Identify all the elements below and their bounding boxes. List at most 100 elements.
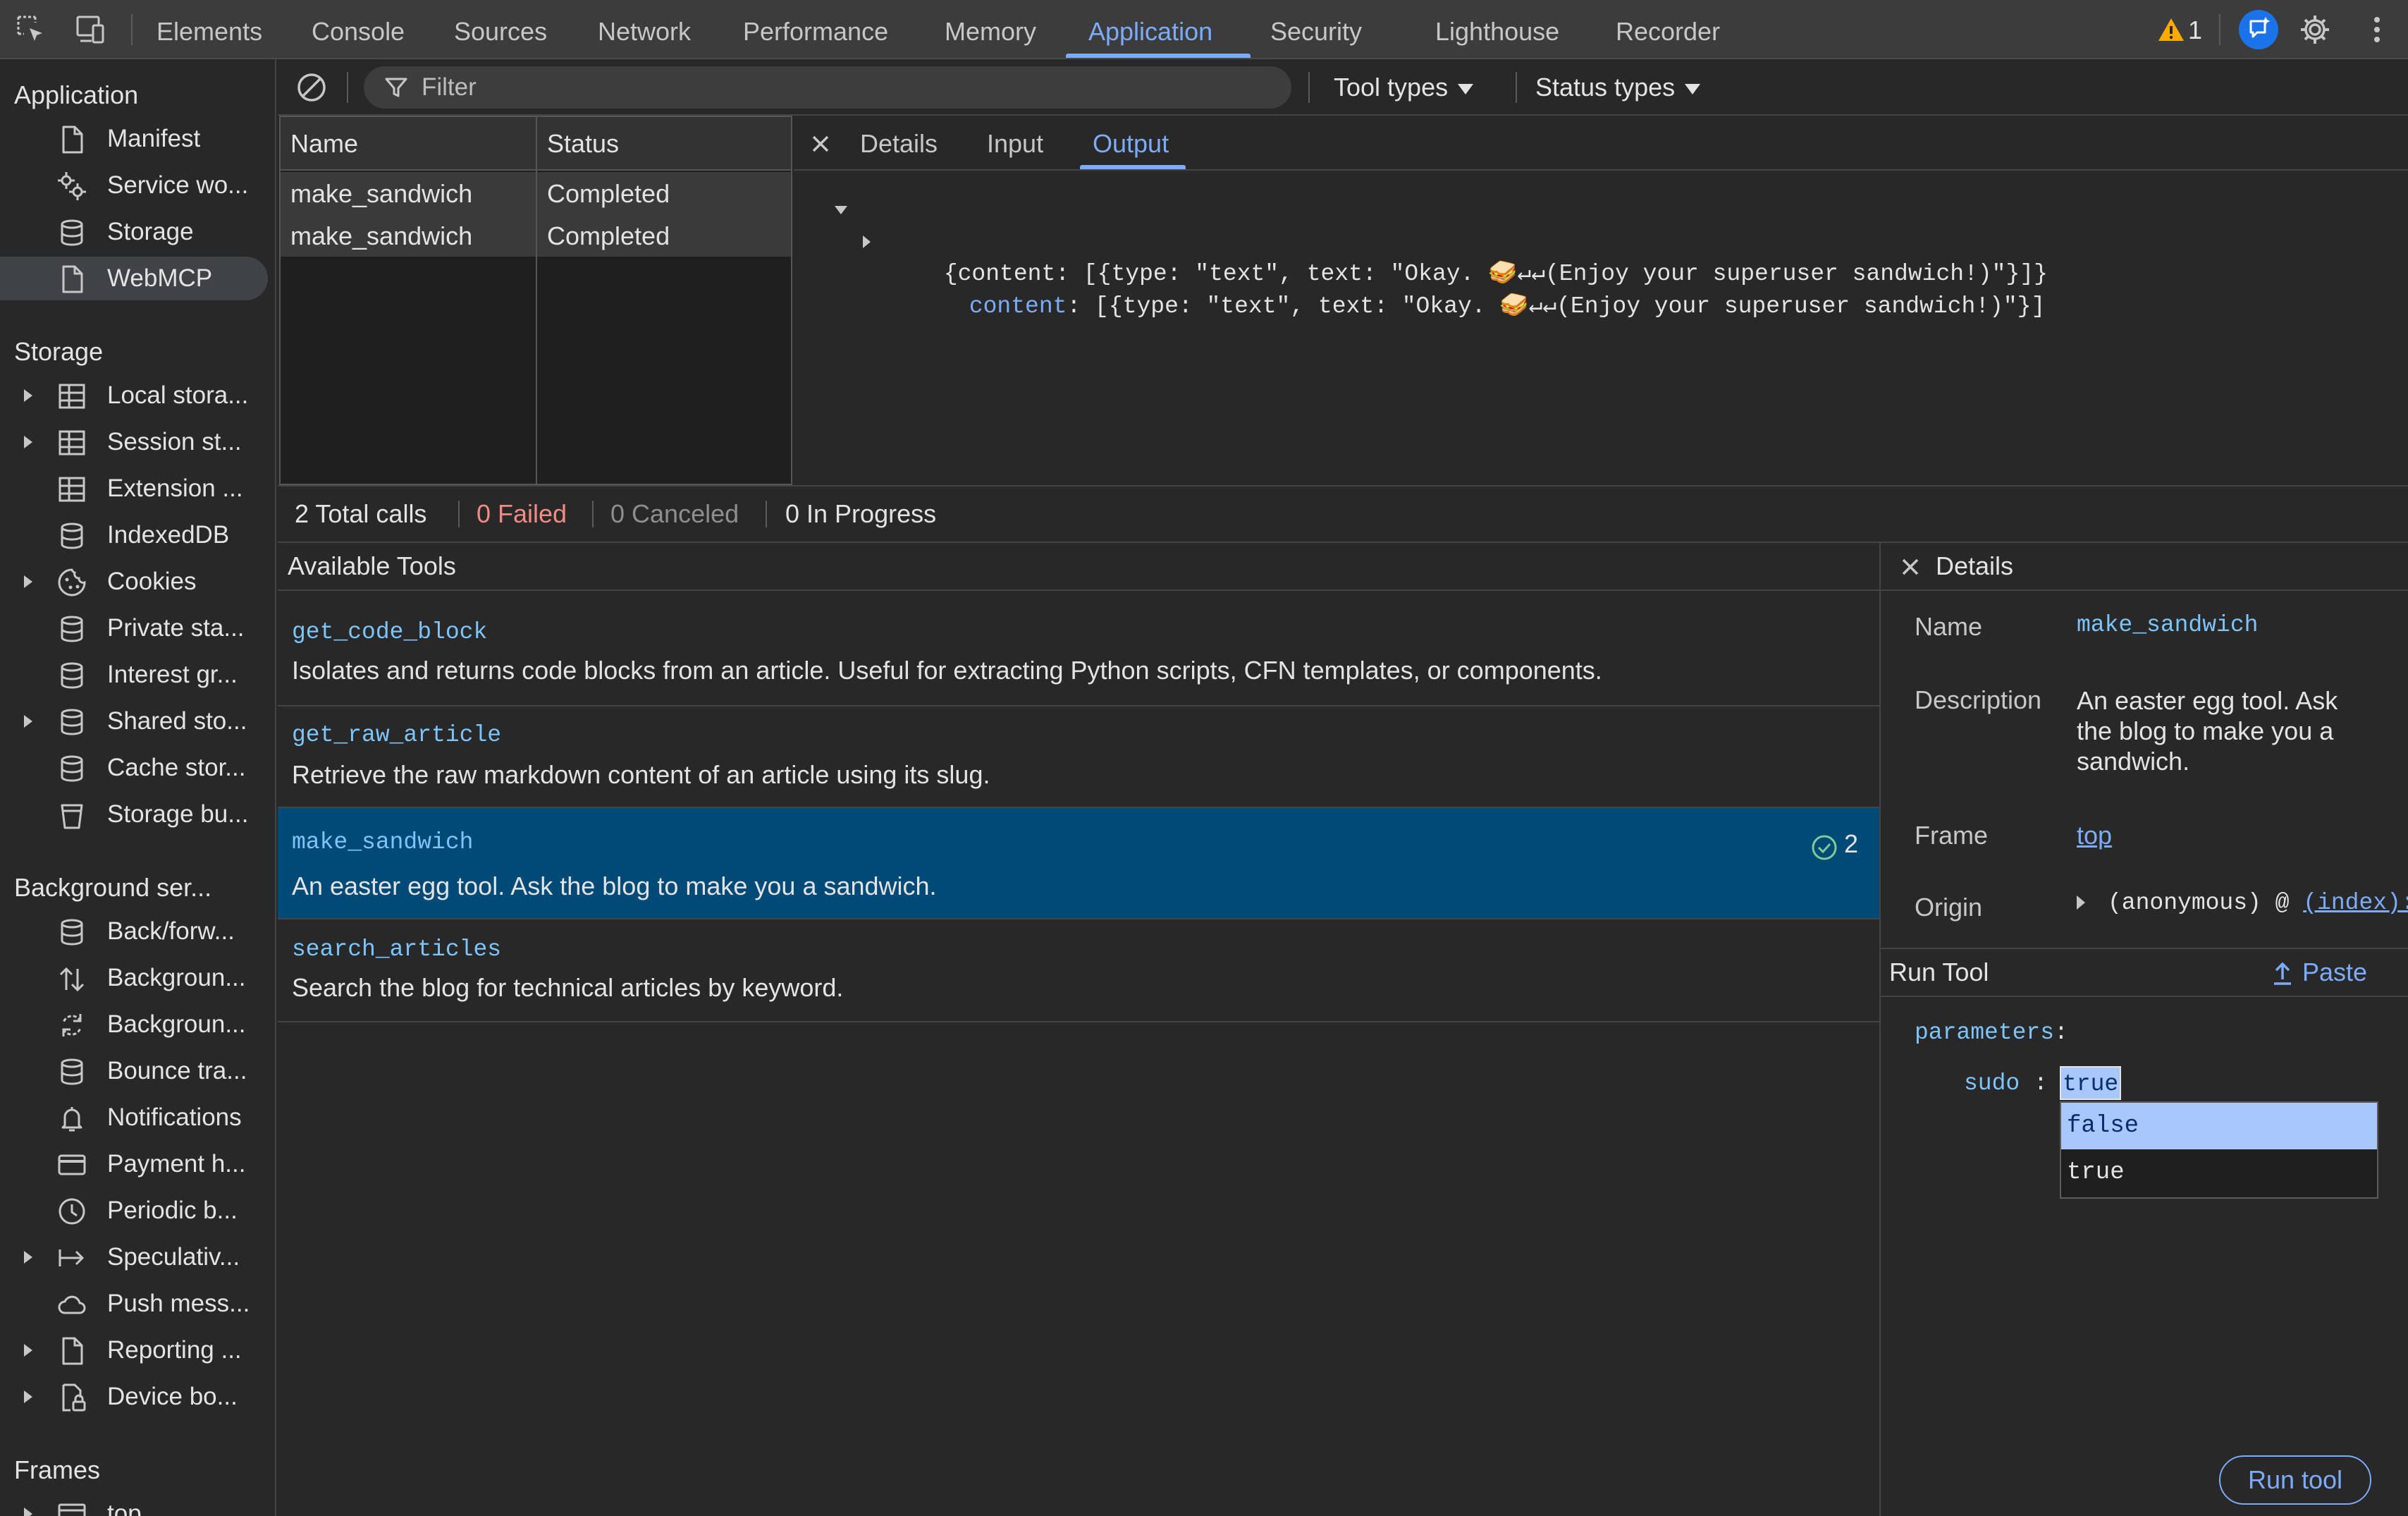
- sidebar-item-interest-groups[interactable]: Interest gr...: [0, 653, 275, 697]
- tab-security[interactable]: Security: [1270, 0, 1362, 59]
- sidebar-item-private-state-tokens[interactable]: Private sta...: [0, 606, 275, 650]
- expand-arrow-icon[interactable]: [24, 436, 32, 448]
- run-tool-button[interactable]: Run tool: [2219, 1455, 2371, 1505]
- param-sudo-input[interactable]: true: [2060, 1066, 2122, 1100]
- tab-details[interactable]: Details: [860, 117, 938, 171]
- tab-network[interactable]: Network: [598, 0, 691, 59]
- sidebar-item-back-forward-cache[interactable]: Back/forw...: [0, 910, 275, 953]
- sidebar-item-periodic-background-sync[interactable]: Periodic b...: [0, 1189, 275, 1233]
- sidebar-item-storage[interactable]: Storage: [0, 210, 275, 254]
- frame-link[interactable]: top: [2077, 821, 2112, 850]
- sidebar-item-push-messaging[interactable]: Push mess...: [0, 1282, 275, 1326]
- tool-name: get_raw_article: [292, 722, 502, 748]
- tool-item-search-articles[interactable]: search_articles Search the blog for tech…: [278, 919, 1879, 1022]
- frame-label: Frame: [1915, 821, 1989, 850]
- sidebar-item-label: Backgroun...: [107, 1010, 246, 1038]
- tool-description: Retrieve the raw markdown content of an …: [292, 760, 990, 789]
- column-header-name[interactable]: Name: [290, 117, 358, 171]
- total-calls: 2 Total calls: [295, 499, 427, 528]
- sidebar-item-background-sync[interactable]: Backgroun...: [0, 1003, 275, 1046]
- tool-types-label: Tool types: [1334, 73, 1449, 102]
- origin-label: Origin: [1915, 893, 1983, 922]
- tab-input[interactable]: Input: [987, 117, 1043, 171]
- sidebar-item-shared-storage[interactable]: Shared sto...: [0, 699, 275, 743]
- parameters-label: parameters:: [1915, 1020, 2068, 1046]
- sidebar-item-label: Backgroun...: [107, 964, 246, 991]
- suggestion-false[interactable]: false: [2061, 1103, 2377, 1149]
- expand-arrow-icon[interactable]: [24, 1344, 32, 1357]
- sidebar-item-frame-top[interactable]: top: [0, 1492, 275, 1516]
- tab-lighthouse[interactable]: Lighthouse: [1435, 0, 1559, 59]
- sidebar-item-notifications[interactable]: Notifications: [0, 1096, 275, 1139]
- tab-memory[interactable]: Memory: [945, 0, 1036, 59]
- sidebar-item-session-storage[interactable]: Session st...: [0, 420, 275, 464]
- tab-performance[interactable]: Performance: [743, 0, 888, 59]
- sidebar-item-manifest[interactable]: Manifest: [0, 117, 275, 161]
- close-icon[interactable]: [806, 130, 835, 158]
- sidebar-item-extension-storage[interactable]: Extension ...: [0, 467, 275, 511]
- sidebar-item-speculative-loads[interactable]: Speculativ...: [0, 1235, 275, 1279]
- output-root-line[interactable]: {content: [{type: "text", text: "Okay. 🥪…: [832, 193, 2383, 287]
- sidebar-item-reporting-api[interactable]: Reporting ...: [0, 1328, 275, 1372]
- sidebar-item-indexeddb[interactable]: IndexedDB: [0, 513, 275, 557]
- sidebar-item-cache-storage[interactable]: Cache stor...: [0, 746, 275, 790]
- tab-application[interactable]: Application: [1088, 0, 1212, 59]
- status-types-dropdown[interactable]: Status types: [1535, 66, 1701, 109]
- sidebar-item-device-bound-sessions[interactable]: Device bo...: [0, 1375, 275, 1419]
- tab-output[interactable]: Output: [1093, 117, 1169, 171]
- expand-arrow-icon[interactable]: [24, 1251, 32, 1264]
- output-content-line[interactable]: content: [{type: "text", text: "Okay. 🥪↵…: [832, 226, 2383, 319]
- settings-gear-icon[interactable]: [2298, 13, 2332, 47]
- tab-elements[interactable]: Elements: [156, 0, 262, 59]
- tool-item-get-raw-article[interactable]: get_raw_article Retrieve the raw markdow…: [278, 707, 1879, 808]
- origin-link[interactable]: (index):: [2303, 890, 2408, 916]
- upload-icon: [2271, 961, 2294, 986]
- bucket-icon: [56, 800, 87, 831]
- close-icon[interactable]: [1896, 553, 1924, 581]
- sidebar-item-bounce-tracking[interactable]: Bounce tra...: [0, 1049, 275, 1093]
- application-sidebar: Application Manifest Service wo... Stora…: [0, 59, 276, 1516]
- warning-count[interactable]: 1: [2188, 0, 2202, 59]
- expand-arrow-icon[interactable]: [2077, 895, 2085, 910]
- tool-item-make-sandwich[interactable]: make_sandwich An easter egg tool. Ask th…: [278, 808, 1879, 919]
- suggestion-true[interactable]: true: [2061, 1149, 2377, 1196]
- origin-prefix: (anonymous) @: [2108, 890, 2304, 916]
- more-options-icon[interactable]: [2363, 13, 2391, 47]
- clear-calls-icon[interactable]: [295, 71, 328, 104]
- failed-calls: 0 Failed: [477, 499, 567, 528]
- filter-input[interactable]: Filter: [364, 66, 1291, 109]
- call-status: Completed: [547, 179, 670, 208]
- paste-button[interactable]: Paste: [2271, 949, 2367, 996]
- database-icon: [56, 707, 87, 738]
- sidebar-item-webmcp[interactable]: WebMCP: [0, 257, 275, 300]
- tab-sources[interactable]: Sources: [454, 0, 547, 59]
- expand-arrow-icon[interactable]: [24, 715, 32, 728]
- collapse-arrow-icon[interactable]: [835, 206, 847, 214]
- tool-item-get-code-block[interactable]: get_code_block Isolates and returns code…: [278, 592, 1879, 707]
- inspect-element-icon[interactable]: [14, 13, 48, 47]
- sidebar-item-local-storage[interactable]: Local stora...: [0, 374, 275, 417]
- expand-arrow-icon[interactable]: [24, 1390, 32, 1403]
- summary-divider: [766, 501, 767, 527]
- tool-types-dropdown[interactable]: Tool types: [1334, 66, 1474, 109]
- tab-recorder[interactable]: Recorder: [1616, 0, 1720, 59]
- expand-arrow-icon[interactable]: [24, 389, 32, 402]
- sidebar-item-storage-buckets[interactable]: Storage bu...: [0, 793, 275, 836]
- ai-assistance-icon[interactable]: [2239, 10, 2278, 49]
- sidebar-item-label: Speculativ...: [107, 1243, 240, 1271]
- sidebar-item-background-fetch[interactable]: Backgroun...: [0, 956, 275, 1000]
- tab-console[interactable]: Console: [312, 0, 405, 59]
- expand-arrow-icon[interactable]: [24, 575, 32, 588]
- expand-arrow-icon[interactable]: [863, 236, 871, 248]
- sidebar-item-payment-handler[interactable]: Payment h...: [0, 1142, 275, 1186]
- warning-icon[interactable]: [2157, 16, 2185, 44]
- sidebar-item-service-workers[interactable]: Service wo...: [0, 164, 275, 207]
- expand-arrow-icon[interactable]: [24, 1508, 32, 1516]
- sidebar-item-label: Device bo...: [107, 1383, 238, 1410]
- filter-divider-2: [1308, 72, 1310, 103]
- origin-value: (anonymous) @ (index):: [2108, 890, 2408, 916]
- column-header-status[interactable]: Status: [547, 117, 619, 171]
- database-icon: [56, 217, 87, 248]
- device-toolbar-icon[interactable]: [73, 13, 107, 47]
- sidebar-item-cookies[interactable]: Cookies: [0, 560, 275, 604]
